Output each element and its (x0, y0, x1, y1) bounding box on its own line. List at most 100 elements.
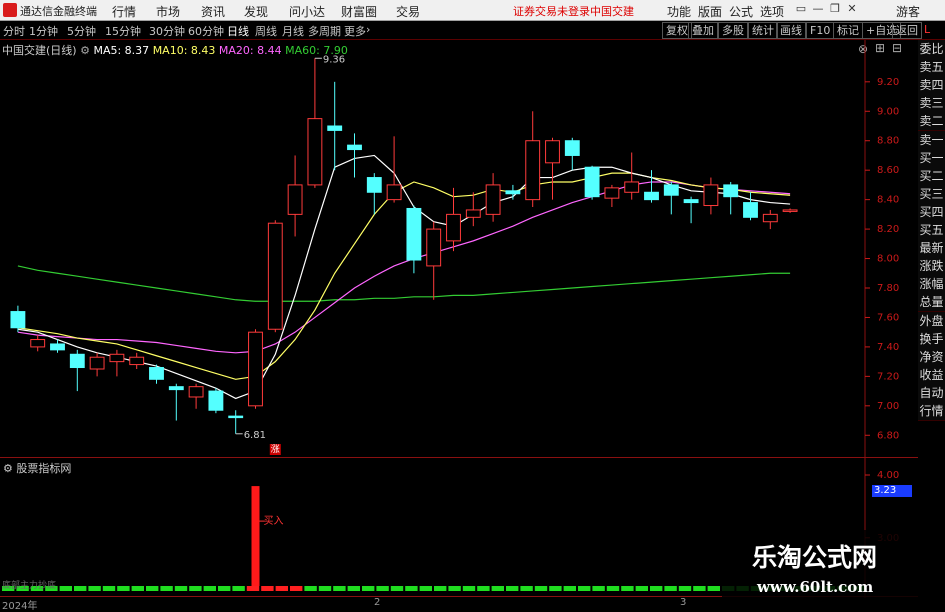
indicator-strip-bar (102, 586, 116, 591)
price-chart[interactable]: 9.20 9.00 8.80 8.60 8.40 8.20 8.00 7.80 7.60 7.40… (0, 40, 918, 460)
side-panel-item[interactable]: 总量 (918, 293, 945, 313)
window-icon[interactable]: ▭ (794, 2, 808, 16)
side-panel-item[interactable]: 买二 (918, 166, 945, 186)
period-more[interactable]: 更多 (344, 23, 366, 39)
candle-body (683, 199, 699, 204)
watermark-url: www.60lt.com (757, 578, 874, 596)
indicator-strip-bar (88, 586, 101, 591)
candle-body (149, 367, 164, 380)
period-weekly[interactable]: 周线 (255, 23, 277, 39)
side-panel-item[interactable]: 卖三 (918, 94, 945, 114)
menu-ask[interactable]: 问小达 (289, 3, 325, 20)
period-daily[interactable]: 日线 (227, 23, 249, 39)
tool-stats[interactable]: 统计 (748, 22, 778, 39)
menu-wealth[interactable]: 财富圈 (341, 3, 377, 20)
indicator-strip-bar (506, 586, 519, 591)
candlesticks (10, 58, 798, 434)
y-tick-label: 7.60 (877, 312, 899, 323)
menu-news[interactable]: 资讯 (201, 3, 225, 20)
l-badge[interactable]: L (924, 23, 930, 36)
candle-body (267, 222, 283, 330)
period-intraday[interactable]: 分时 (3, 23, 25, 39)
indicator-strip-bar (333, 586, 346, 591)
candle-body (307, 118, 323, 186)
side-panel-item[interactable]: 买五 (918, 221, 945, 240)
indicator-strip-bar (462, 586, 476, 591)
side-panel: 委比 卖五 卖四 卖三 卖二 卖一 买一 买二 买三 买四 买五 最新 涨跌 涨幅 总量 外盘 换手 净资 收益 自动… (918, 40, 945, 421)
indicator-strip-bar (146, 586, 159, 591)
tool-f10[interactable]: F10 (806, 22, 835, 39)
indicator-strip-bar (549, 586, 562, 591)
side-panel-item[interactable]: 收益 (918, 365, 945, 385)
ma10-line (17, 172, 791, 380)
side-panel-item[interactable]: 行情 (918, 402, 945, 421)
side-panel-item[interactable]: 涨跌 (918, 257, 945, 277)
period-1min[interactable]: 1分钟 (29, 23, 58, 39)
y-tick-label: 8.20 (877, 224, 899, 235)
period-monthly[interactable]: 月线 (282, 23, 304, 39)
candle-body (446, 213, 461, 242)
menu-trade[interactable]: 交易 (396, 3, 420, 20)
indicator-strip-bar (419, 586, 432, 591)
indicator-strip-bar (246, 586, 260, 591)
indicator-strip-bar (635, 586, 648, 591)
indicator-strip-bar (318, 586, 332, 591)
tool-mark[interactable]: 标记 (833, 22, 863, 39)
tool-overlay[interactable]: 叠加 (688, 22, 718, 39)
chevron-right-icon[interactable]: › (366, 23, 370, 36)
indicator-strip-bar (376, 586, 389, 591)
menu-quotes[interactable]: 行情 (112, 3, 136, 20)
tool-draw[interactable]: 画线 (776, 22, 806, 39)
period-30min[interactable]: 30分钟 (149, 23, 185, 39)
side-panel-item[interactable]: 委比 (918, 40, 945, 59)
restore-icon[interactable]: ❐ (828, 2, 842, 16)
candle-body (109, 353, 125, 363)
side-panel-item[interactable]: 净资 (918, 347, 945, 367)
menu-discover[interactable]: 发现 (244, 3, 268, 20)
menu-options[interactable]: 选项 (760, 3, 784, 20)
side-panel-item[interactable]: 买四 (918, 202, 945, 222)
tool-back[interactable]: 返回 (892, 22, 922, 39)
side-panel-item[interactable]: 换手 (918, 329, 945, 349)
y-tick-label: 8.80 (877, 136, 899, 147)
side-panel-item[interactable]: 买三 (918, 184, 945, 204)
side-panel-item[interactable]: 卖一 (918, 130, 945, 150)
side-panel-item[interactable]: 卖二 (918, 112, 945, 132)
side-panel-item[interactable]: 外盘 (918, 311, 945, 331)
side-panel-item[interactable]: 卖四 (918, 76, 945, 96)
menu-layout[interactable]: 版面 (698, 3, 722, 20)
side-panel-item[interactable]: 涨幅 (918, 275, 945, 295)
period-60min[interactable]: 60分钟 (188, 23, 224, 39)
rise-marker-label: 涨 (271, 444, 280, 455)
side-panel-item[interactable]: 最新 (918, 239, 945, 259)
tool-multi-stock[interactable]: 多股 (718, 22, 748, 39)
indicator-strip-bar (290, 586, 303, 591)
period-multi[interactable]: 多周期 (308, 23, 341, 39)
y-tick-label: 7.00 (877, 401, 899, 412)
y-tick-label: 8.60 (877, 165, 899, 176)
candle-body (386, 184, 402, 201)
indicator-strip-bar (59, 586, 72, 591)
indicator-strip-bar (578, 586, 591, 591)
period-15min[interactable]: 15分钟 (105, 23, 141, 39)
indicator-strip-bar (189, 586, 202, 591)
close-icon[interactable]: ✕ (845, 2, 859, 16)
candle-body (426, 228, 442, 267)
login-status[interactable]: 证券交易未登录 (513, 3, 590, 19)
side-panel-item[interactable]: 自动 (918, 383, 945, 403)
candle-body (168, 386, 184, 391)
side-panel-item[interactable]: 卖五 (918, 58, 945, 78)
y-tick-label: 6.80 (877, 430, 899, 441)
minimize-icon[interactable]: — (811, 2, 825, 16)
menu-formula[interactable]: 公式 (729, 3, 753, 20)
guest-label[interactable]: 游客 (896, 3, 920, 20)
menu-market[interactable]: 市场 (156, 3, 180, 20)
panel-divider (0, 457, 918, 458)
candle-body (564, 140, 580, 156)
candle-body (584, 166, 600, 198)
period-5min[interactable]: 5分钟 (67, 23, 96, 39)
menu-function[interactable]: 功能 (667, 3, 691, 20)
side-panel-item[interactable]: 买一 (918, 148, 945, 168)
candle-body (30, 339, 46, 348)
indicator-strip-bar (390, 586, 404, 591)
